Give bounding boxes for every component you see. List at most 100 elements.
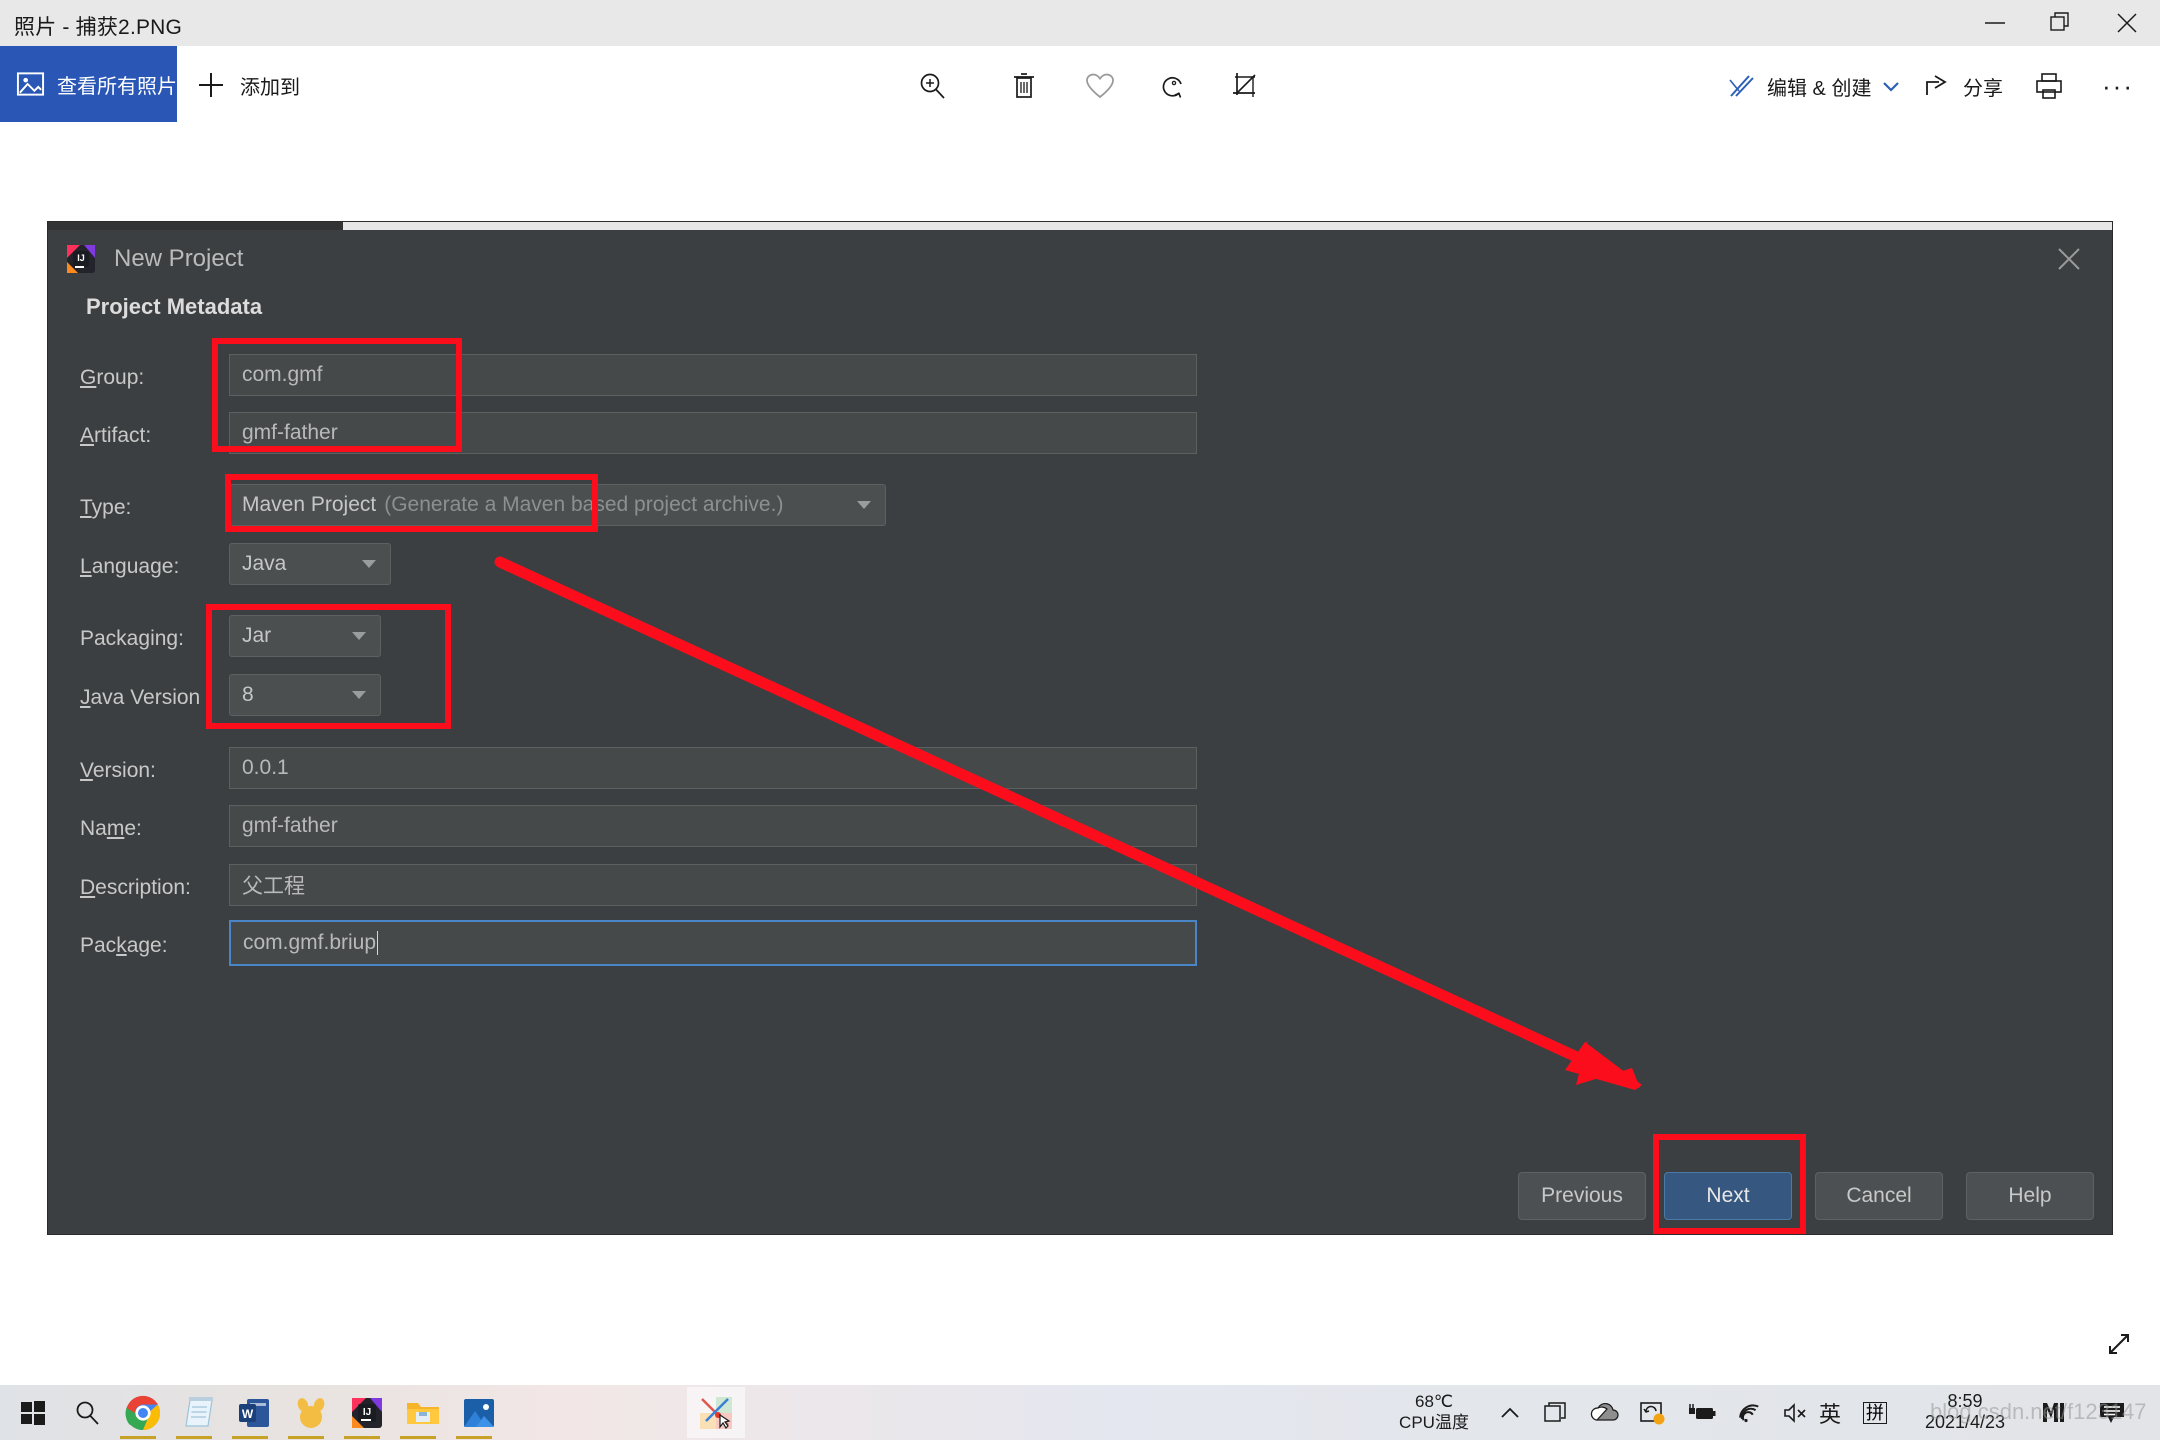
dialog-close-button[interactable] <box>2048 238 2090 280</box>
group-input[interactable]: com.gmf <box>229 354 1197 396</box>
zoom-button[interactable] <box>910 66 954 106</box>
name-input[interactable]: gmf-father <box>229 805 1197 847</box>
previous-button-label: Previous <box>1541 1184 1623 1207</box>
project-metadata-heading: Project Metadata <box>86 294 263 319</box>
chrome-icon <box>125 1395 161 1430</box>
clock[interactable]: 8:59 2021/4/23 <box>1900 1391 2030 1433</box>
language-combo[interactable]: Java <box>229 543 391 585</box>
windows-copy-icon <box>1544 1402 1566 1422</box>
taskbar-item-notepad[interactable] <box>174 1389 224 1436</box>
taskbar-running-indicator <box>344 1436 380 1439</box>
photo-icon <box>16 72 45 96</box>
chevron-down-icon <box>1883 82 1900 92</box>
photos-icon <box>464 1398 494 1427</box>
rotate-button[interactable] <box>1152 66 1196 106</box>
add-to-button[interactable]: 添加到 <box>196 66 300 104</box>
packaging-label: Packaging: <box>80 627 184 650</box>
artifact-input[interactable]: gmf-father <box>229 412 1197 454</box>
version-input[interactable]: 0.0.1 <box>229 747 1197 789</box>
packaging-value: Jar <box>242 624 272 647</box>
description-label: Description: <box>80 876 191 899</box>
sync-icon <box>1640 1402 1665 1425</box>
crop-icon <box>1233 73 1256 97</box>
delete-button[interactable] <box>1002 66 1046 106</box>
chevron-down-icon <box>352 632 366 640</box>
search-button[interactable] <box>62 1389 112 1436</box>
taskbar-running-indicator <box>176 1436 212 1439</box>
battery-button[interactable] <box>1684 1397 1720 1429</box>
chevron-down-icon <box>362 560 376 568</box>
m-app-button[interactable] <box>2034 1397 2074 1429</box>
window-title: 照片 - 捕获2.PNG <box>14 16 183 39</box>
notification-center-button[interactable] <box>2092 1397 2132 1429</box>
minimize-button[interactable] <box>1962 0 2028 46</box>
more-options-button[interactable]: ··· <box>2096 66 2140 106</box>
fullscreen-button[interactable] <box>2096 1322 2142 1366</box>
name-label: Name: <box>80 817 142 840</box>
restore-button[interactable] <box>2028 0 2094 46</box>
favorite-button[interactable] <box>1078 66 1122 106</box>
taskbar-running-indicator <box>232 1436 268 1439</box>
print-button[interactable] <box>2028 66 2070 106</box>
taskbar-item-intellij-idea[interactable]: IJ <box>342 1389 392 1436</box>
taskbar-item-chrome[interactable] <box>118 1389 168 1436</box>
share-button[interactable]: 分享 <box>1923 66 2003 106</box>
language-label: Language: <box>80 555 180 578</box>
network-button[interactable] <box>1731 1397 1767 1429</box>
java-version-combo[interactable]: 8 <box>229 674 381 716</box>
chevron-down-icon <box>857 501 871 509</box>
wifi-icon <box>1739 1404 1759 1423</box>
close-button[interactable] <box>2094 0 2160 46</box>
ime-mode-label: 拼 <box>1863 1402 1887 1424</box>
print-icon <box>2036 73 2062 99</box>
group-value: com.gmf <box>242 363 323 386</box>
minimize-icon <box>1985 22 2005 24</box>
clock-time: 8:59 <box>1947 1391 1983 1411</box>
svg-text:W: W <box>242 1407 254 1421</box>
view-all-photos-button[interactable]: 查看所有照片 <box>0 46 177 122</box>
taskbar-item-file-explorer[interactable] <box>398 1389 448 1436</box>
volume-button[interactable] <box>1778 1397 1814 1429</box>
svg-text:IJ: IJ <box>363 1407 371 1418</box>
packaging-combo[interactable]: Jar <box>229 615 381 657</box>
type-combo[interactable]: Maven Project (Generate a Maven based pr… <box>229 484 886 526</box>
taskbar-item-orange-app[interactable] <box>286 1389 336 1436</box>
taskbar-item-word[interactable]: W <box>230 1389 280 1436</box>
add-to-label: 添加到 <box>240 76 300 99</box>
previous-button[interactable]: Previous <box>1518 1172 1646 1220</box>
package-input[interactable]: com.gmf.briup <box>229 920 1197 966</box>
next-button[interactable]: Next <box>1664 1172 1792 1220</box>
photos-toolbar: 查看所有照片 添加到 编辑 & 创建 分享 ··· <box>0 46 2160 122</box>
taskbar-running-indicator <box>400 1436 436 1439</box>
share-label: 分享 <box>1963 77 2003 100</box>
task-view-button[interactable] <box>1538 1397 1574 1429</box>
help-button-label: Help <box>2008 1184 2052 1207</box>
word-icon: W <box>239 1398 269 1427</box>
onedrive-button[interactable] <box>1586 1397 1622 1429</box>
language-value: Java <box>242 552 287 575</box>
ime-mode-button[interactable]: 拼 <box>1855 1397 1895 1429</box>
crop-button[interactable] <box>1224 66 1268 106</box>
taskbar-item-photos-active[interactable] <box>691 1389 741 1436</box>
help-button[interactable]: Help <box>1966 1172 2094 1220</box>
trash-icon <box>1014 73 1034 98</box>
taskbar-item-photos[interactable] <box>454 1389 504 1436</box>
titlebar-strip-light <box>343 222 2112 230</box>
package-label: Package: <box>80 934 168 957</box>
cancel-button-label: Cancel <box>1846 1184 1912 1207</box>
plus-icon <box>199 73 223 97</box>
sync-status-button[interactable] <box>1635 1397 1671 1429</box>
next-button-label: Next <box>1706 1184 1750 1207</box>
start-button[interactable] <box>8 1389 58 1436</box>
cancel-button[interactable]: Cancel <box>1815 1172 1943 1220</box>
show-hidden-icons-button[interactable] <box>1492 1397 1528 1429</box>
ime-language-button[interactable]: 英 <box>1810 1397 1850 1429</box>
close-icon <box>2058 248 2080 270</box>
package-value: com.gmf.briup <box>243 931 377 954</box>
restore-icon <box>2050 12 2069 31</box>
edit-and-create-button[interactable]: 编辑 & 创建 <box>1727 66 1901 106</box>
description-value: 父工程 <box>242 875 305 898</box>
taskbar-running-indicator <box>288 1436 324 1439</box>
intellij-idea-icon: IJ <box>352 1397 382 1428</box>
description-input[interactable]: 父工程 <box>229 864 1197 906</box>
